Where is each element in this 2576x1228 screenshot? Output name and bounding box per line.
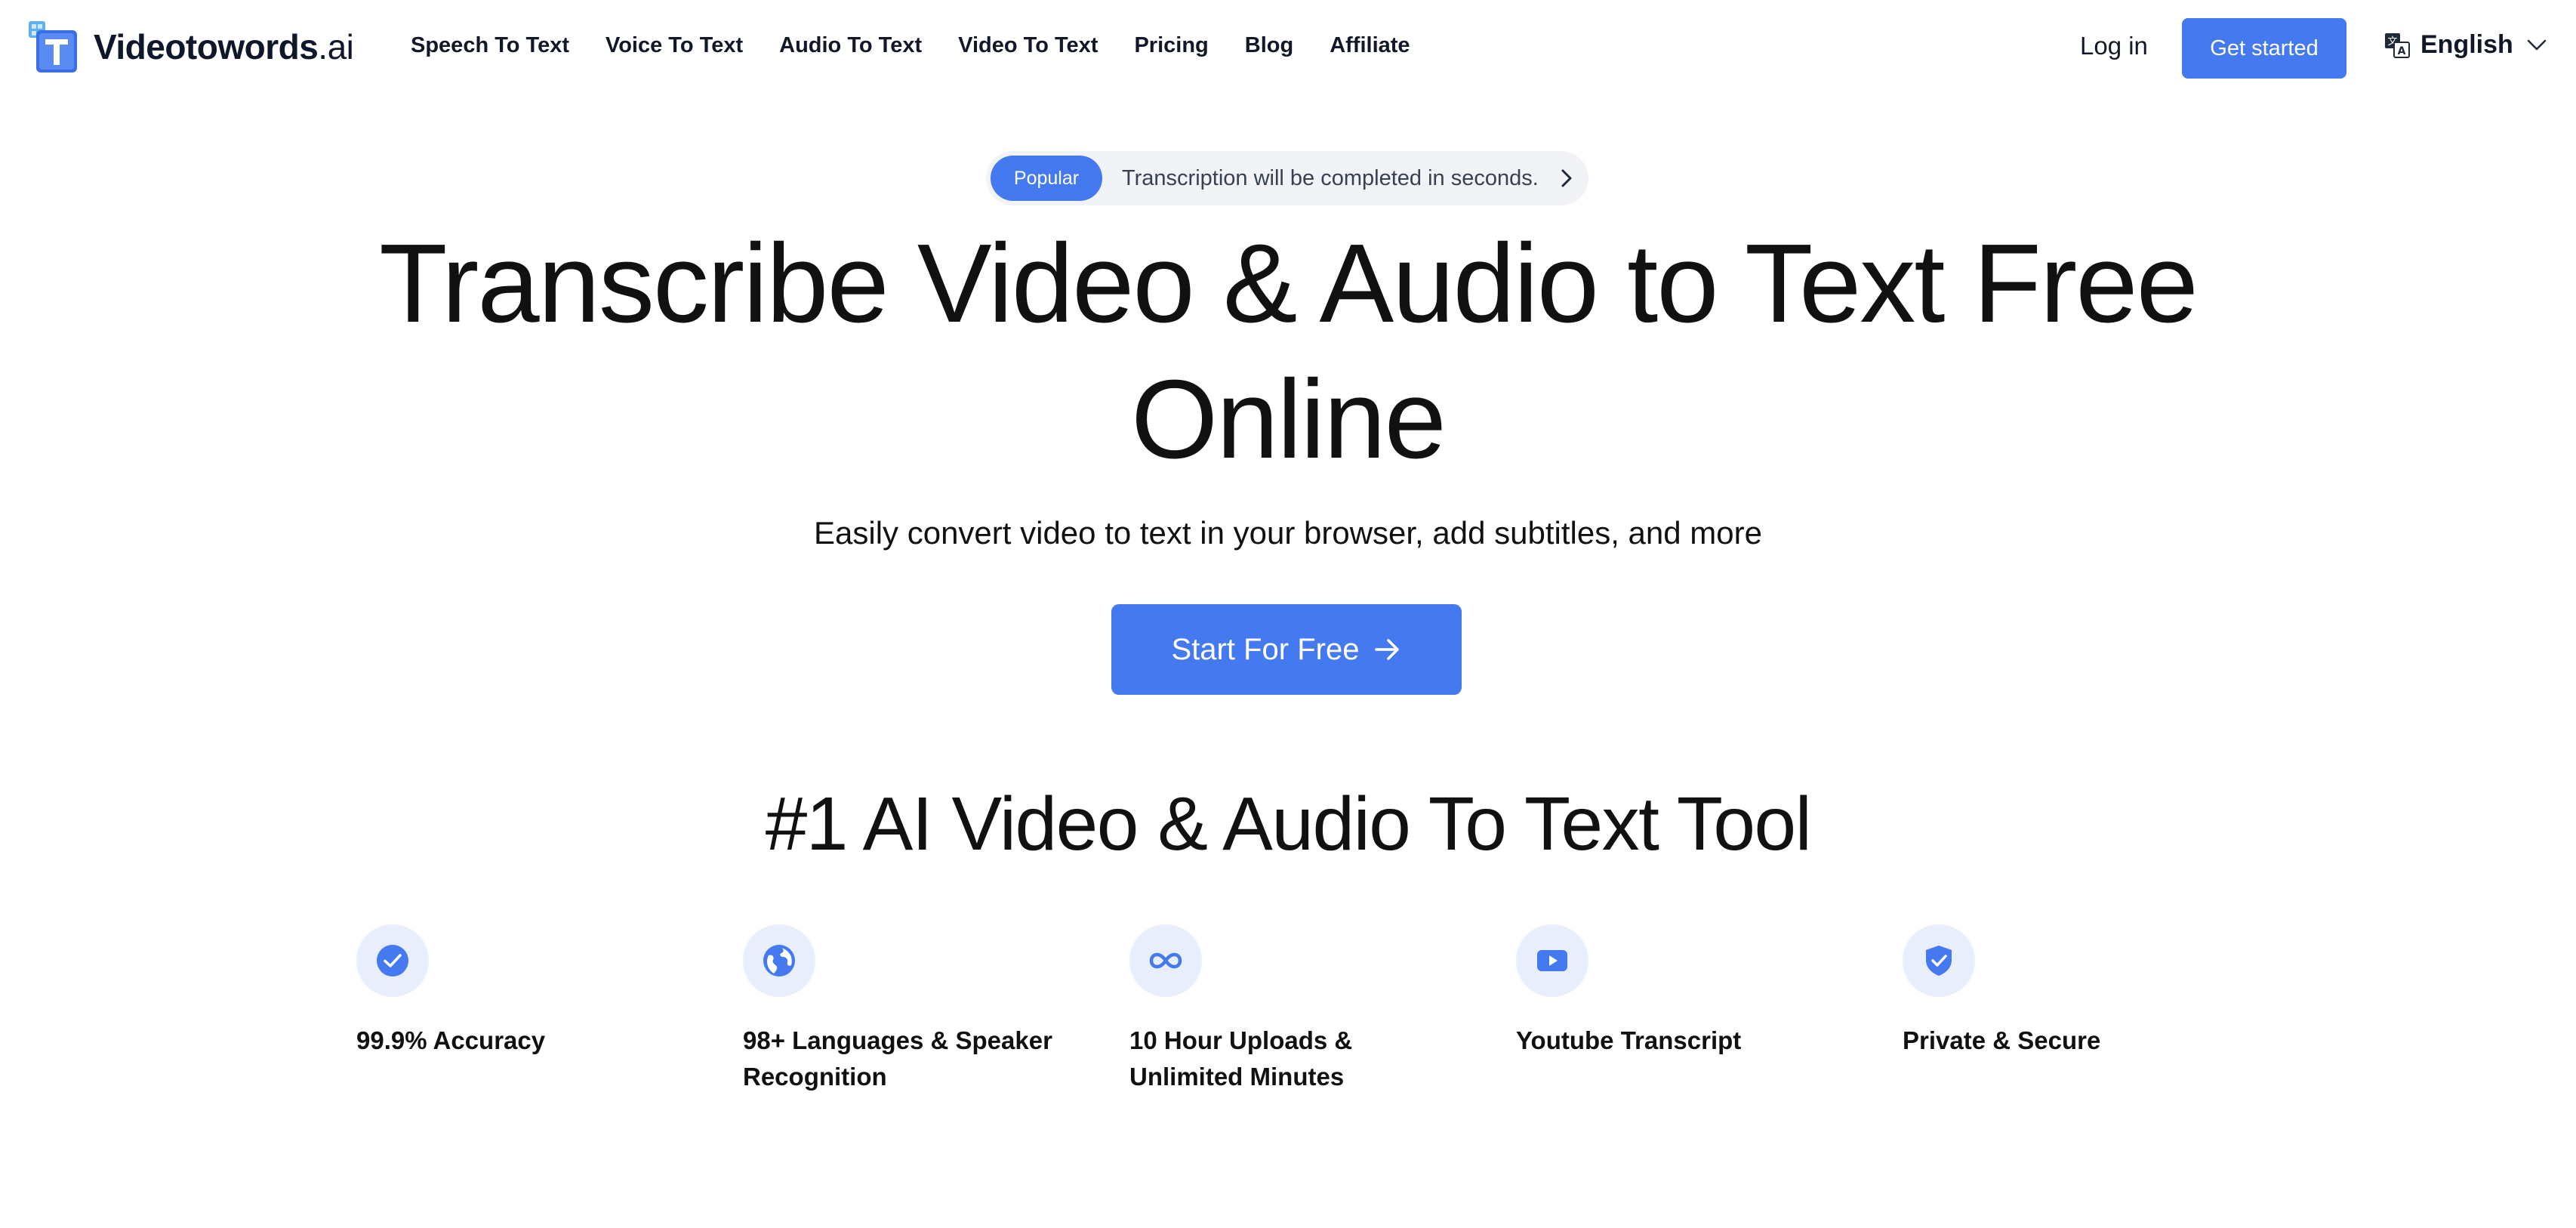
hero-title-line1: Transcribe Video & Audio to Text Free [379,221,2199,346]
nav-blog[interactable]: Blog [1245,33,1293,58]
feature-private-secure: Private & Secure [1903,924,2250,1059]
site-header: Videotowords.ai Speech To Text Voice To … [0,0,2576,98]
chevron-down-icon [2527,39,2547,50]
feature-icon-wrap [1516,924,1588,997]
feature-label: 10 Hour Uploads & Unlimited Minutes [1129,1023,1477,1095]
feature-label: Private & Secure [1903,1023,2250,1059]
hero-title: Transcribe Video & Audio to Text Free On… [0,216,2576,488]
feature-label: Youtube Transcript [1516,1023,1863,1059]
feature-label-line1: 98+ Languages & Speaker [743,1026,1052,1054]
main-nav: Speech To Text Voice To Text Audio To Te… [411,33,1447,58]
feature-label-line1: Private & Secure [1903,1026,2101,1054]
chevron-right-icon [1561,169,1572,187]
nav-pricing[interactable]: Pricing [1134,33,1208,58]
shield-check-icon [1926,946,1952,976]
feature-languages: 98+ Languages & Speaker Recognition [743,924,1090,1095]
arrow-right-icon [1375,639,1400,660]
cta-label: Start For Free [1171,632,1360,666]
logo-icon [29,21,77,73]
features-row: 99.9% Accuracy 98+ Languages & Speaker R… [356,924,2319,1121]
feature-label: 98+ Languages & Speaker Recognition [743,1023,1090,1095]
hero-title-line2: Online [1131,357,1447,482]
nav-video-to-text[interactable]: Video To Text [958,33,1098,58]
feature-youtube: Youtube Transcript [1516,924,1863,1059]
svg-text:A: A [2398,45,2406,57]
youtube-play-icon [1537,950,1567,971]
logo-link[interactable]: Videotowords.ai [29,21,354,73]
login-link[interactable]: Log in [2080,32,2148,60]
logo-suffix: .ai [318,27,354,66]
start-for-free-button[interactable]: Start For Free [1111,604,1462,695]
language-selector[interactable]: 文 A English [2384,30,2547,60]
feature-label-line2: Unlimited Minutes [1129,1063,1345,1091]
feature-accuracy: 99.9% Accuracy [356,924,704,1059]
nav-voice-to-text[interactable]: Voice To Text [605,33,743,58]
announcement-pill[interactable]: Popular Transcription will be completed … [986,151,1588,205]
feature-label-line1: Youtube Transcript [1516,1026,1742,1054]
logo-name: Videotowords [94,27,319,66]
language-label: English [2420,30,2513,59]
feature-label-line2: Recognition [743,1063,887,1091]
get-started-button[interactable]: Get started [2182,18,2346,79]
translate-icon: 文 A [2385,32,2410,58]
infinity-icon [1149,952,1182,969]
feature-icon-wrap [356,924,429,997]
nav-audio-to-text[interactable]: Audio To Text [779,33,922,58]
feature-label-line1: 99.9% Accuracy [356,1026,546,1054]
announcement-text: Transcription will be completed in secon… [1122,165,1539,190]
logo-text: Videotowords.ai [94,26,354,67]
feature-label-line1: 10 Hour Uploads & [1129,1026,1353,1054]
feature-uploads: 10 Hour Uploads & Unlimited Minutes [1129,924,1477,1095]
feature-label: 99.9% Accuracy [356,1023,704,1059]
feature-icon-wrap [743,924,815,997]
feature-icon-wrap [1903,924,1975,997]
nav-speech-to-text[interactable]: Speech To Text [411,33,569,58]
features-title: #1 AI Video & Audio To Text Tool [765,782,1812,866]
popular-badge: Popular [991,156,1102,201]
globe-icon [763,945,795,977]
check-circle-icon [377,945,408,977]
feature-icon-wrap [1129,924,1202,997]
hero-subtitle: Easily convert video to text in your bro… [814,515,1762,551]
nav-affiliate[interactable]: Affiliate [1330,33,1410,58]
